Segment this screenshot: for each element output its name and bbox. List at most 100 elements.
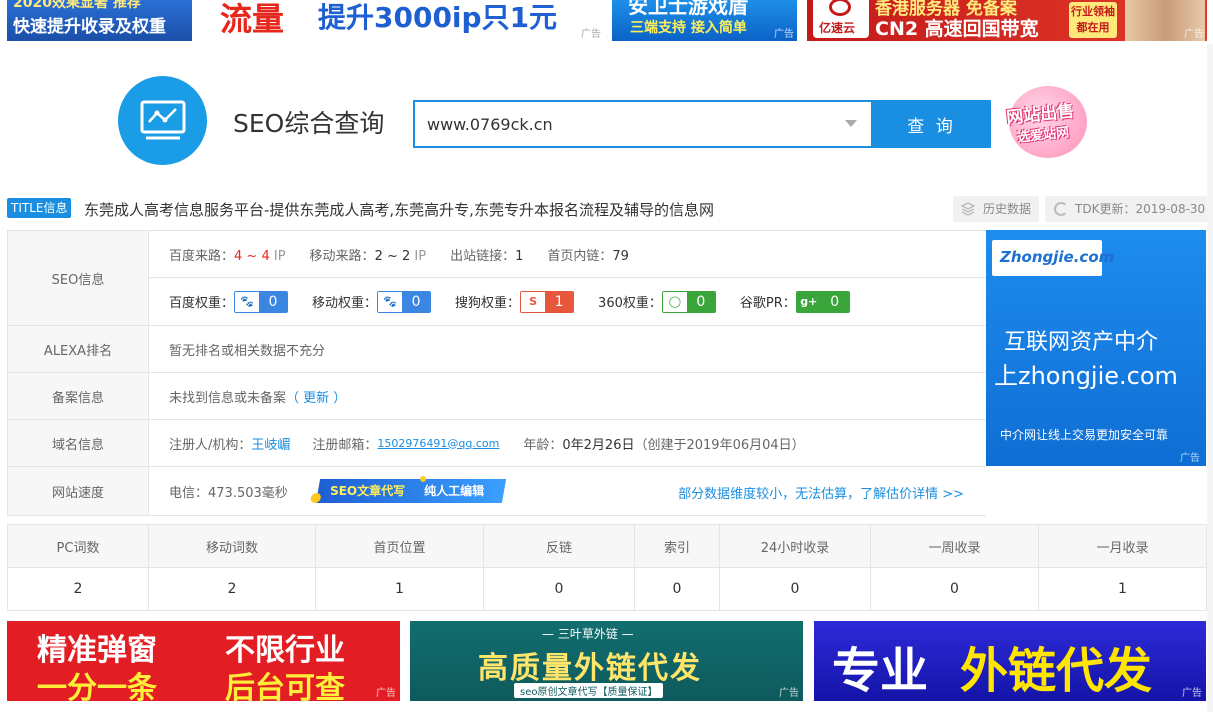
top-ad-strip: 2020效果显著 推荐 快速提升收录及权重 流量 提升3000ip只1元 广告 … <box>0 0 1213 44</box>
icp-update-link[interactable]: （ 更新 ） <box>286 387 346 406</box>
row-label: 网站速度 <box>8 467 149 515</box>
row-label: SEO信息 <box>8 231 149 325</box>
tdk-update-button[interactable]: TDK更新：2019-08-30 <box>1045 196 1207 222</box>
baidu-weight-badge[interactable]: 🐾 0 <box>234 290 289 313</box>
ad-tag: 广告 <box>779 688 799 699</box>
ad-text: 三端支持 接入简单 <box>630 20 747 36</box>
keyword-stats-table: PC词数 移动词数 首页位置 反链 索引 24小时收录 一周收录 一月收录 2 … <box>7 524 1207 611</box>
ad-badge: 行业领袖 都在用 <box>1069 2 1117 38</box>
mobile-words-value[interactable]: 2 <box>148 567 316 611</box>
mobile-weight-badge[interactable]: 🐾 0 <box>377 290 432 313</box>
seo-writing-ad[interactable]: SEO文章代写 纯人工编辑 <box>309 476 506 503</box>
col-24h-indexed: 24小时收录 <box>719 524 871 568</box>
top-ad-3[interactable]: 安卫士游戏盾 三端支持 接入简单 广告 <box>612 0 797 41</box>
ad-text: 上zhongjie.com <box>994 362 1178 390</box>
site-sale-badge[interactable]: 网站出售 选爱站网 <box>1003 84 1093 160</box>
ad-text: 2020效果显著 推荐 <box>13 0 141 11</box>
bottom-ad-popup[interactable]: 精准弹窗 不限行业 一分一条 后台可查 广告 <box>7 621 400 701</box>
title-badge: TITLE信息 <box>7 198 72 218</box>
chevron-down-icon[interactable] <box>845 120 857 127</box>
domain-created: （创建于2019年06月04日） <box>634 437 805 453</box>
ad-text: CN2 高速回国带宽 <box>875 18 1039 40</box>
baidu-source-value: 4 ~ 4 <box>234 248 270 264</box>
top-ad-1[interactable]: 2020效果显著 推荐 快速提升收录及权重 <box>7 0 192 41</box>
domain-age-value: 0年2月26日 <box>562 437 635 453</box>
index-value[interactable]: 0 <box>634 567 720 611</box>
vertical-scrollbar[interactable] <box>1207 44 1213 712</box>
col-index: 索引 <box>634 524 720 568</box>
alexa-row: ALEXA排名 暂无排名或相关数据不充分 <box>8 326 986 373</box>
seo-traffic-line: 百度来路：4 ~ 4 IP 移动来路：2 ~ 2 IP 出站链接：1 首页内链：… <box>149 231 986 278</box>
page-title: SEO综合查询 <box>233 109 385 138</box>
col-pc-words: PC词数 <box>7 524 149 568</box>
tdk-label: TDK更新：2019-08-30 <box>1075 202 1206 216</box>
ad-text: 高质量外链代发 <box>478 651 702 686</box>
360-icon: ◯ <box>662 291 687 312</box>
seo-weight-line: 百度权重： 🐾 0 移动权重： 🐾 0 搜狗权重： S1 360权重： ◯ 0 谷歌P… <box>149 278 986 325</box>
zhongjie-logo: Zhongjie.com <box>992 240 1114 276</box>
history-data-button[interactable]: 历史数据 <box>953 196 1039 222</box>
home-inlinks-value[interactable]: 79 <box>612 249 629 264</box>
ad-text: 流量 <box>220 0 285 38</box>
week-indexed-value[interactable]: 0 <box>870 567 1039 611</box>
seo-logo-icon <box>118 76 207 165</box>
bottom-ad-backlinks[interactable]: — 三叶草外链 — 高质量外链代发 seo原创文章代写【质量保证】 广告 <box>410 621 803 701</box>
domain-row: 域名信息 注册人/机构： 王岐嵋 注册邮箱： 1502976491@qq.com… <box>8 420 986 467</box>
baidu-paw-icon: 🐾 <box>235 291 260 312</box>
ad-tag: 广告 <box>1182 688 1202 699</box>
baidu-paw-icon: 🐾 <box>378 291 403 312</box>
row-label: ALEXA排名 <box>8 326 149 372</box>
ad-text: 中介网让线上交易更加安全可靠 <box>1000 428 1169 442</box>
registrant-link[interactable]: 王岐嵋 <box>251 434 290 453</box>
month-indexed-value[interactable]: 1 <box>1038 567 1207 611</box>
info-table: SEO信息 百度来路：4 ~ 4 IP 移动来路：2 ~ 2 IP 出站链接：1… <box>7 230 986 516</box>
col-week-indexed: 一周收录 <box>870 524 1039 568</box>
ad-tag: 广告 <box>1184 29 1204 40</box>
registrant-email-link[interactable]: 1502976491@qq.com <box>377 437 499 450</box>
ad-text: 一分一条 <box>37 671 157 701</box>
ad-text: seo原创文章代写【质量保证】 <box>514 683 664 698</box>
sogou-weight-badge[interactable]: S1 <box>520 290 575 313</box>
seo-info-row: SEO信息 百度来路：4 ~ 4 IP 移动来路：2 ~ 2 IP 出站链接：1… <box>8 231 986 326</box>
refresh-icon <box>1054 202 1068 216</box>
search-input[interactable] <box>415 102 835 146</box>
pc-words-value[interactable]: 2 <box>7 567 149 611</box>
ad-text: 快速提升收录及权重 <box>13 17 166 37</box>
search-box <box>413 100 873 148</box>
ad-tag: 广告 <box>1180 453 1200 464</box>
ad-text: 互联网资产中介 <box>1004 330 1159 355</box>
col-home-position: 首页位置 <box>315 524 484 568</box>
mobile-source-value: 2 ~ 2 <box>374 248 411 264</box>
ad-text: — 三叶草外链 — <box>542 627 634 641</box>
col-month-indexed: 一月收录 <box>1038 524 1207 568</box>
cloud-icon <box>829 0 851 16</box>
top-ad-4[interactable]: 亿速云 香港服务器 免备案 CN2 高速回国带宽 行业领袖 都在用 广告 <box>807 0 1207 41</box>
outlinks-value[interactable]: 1 <box>515 249 523 264</box>
google-pr-badge[interactable]: g+ 0 <box>795 290 850 313</box>
col-mobile-words: 移动词数 <box>148 524 316 568</box>
backlinks-value[interactable]: 0 <box>483 567 635 611</box>
360-weight-badge[interactable]: ◯ 0 <box>661 290 716 313</box>
ad-text: 提升3000ip只1元 <box>318 1 558 34</box>
ad-text: 专业 <box>832 643 929 699</box>
col-backlinks: 反链 <box>483 524 635 568</box>
site-title-text: 东莞成人高考信息服务平台-提供东莞成人高考,东莞高升专,东莞专升本报名流程及辅导… <box>84 201 714 219</box>
icp-row: 备案信息 未找到信息或未备案 （ 更新 ） <box>8 373 986 420</box>
ad-text: 后台可查 <box>225 671 345 701</box>
home-position-value[interactable]: 1 <box>315 567 484 611</box>
search-button[interactable]: 查 询 <box>872 100 991 148</box>
row-label: 域名信息 <box>8 420 149 466</box>
decor-dot <box>309 493 322 503</box>
yisuyun-logo: 亿速云 <box>813 0 869 38</box>
24h-indexed-value[interactable]: 0 <box>719 567 871 611</box>
ad-text: 外链代发 <box>960 643 1153 699</box>
valuation-detail-link[interactable]: 部分数据维度较小，无法估算，了解估价详情 >> <box>678 483 964 502</box>
ad-tag: 广告 <box>376 688 396 699</box>
google-plus-icon: g+ <box>796 291 821 312</box>
top-ad-2[interactable]: 流量 提升3000ip只1元 广告 <box>214 0 604 41</box>
bottom-ad-pro-backlinks[interactable]: 专业 外链代发 广告 <box>814 621 1206 701</box>
title-info-row: TITLE信息 东莞成人高考信息服务平台-提供东莞成人高考,东莞高升专,东莞专升… <box>7 196 1207 222</box>
zhongjie-side-ad[interactable]: Zhongjie.com 互联网资产中介 上zhongjie.com 中介网让线… <box>986 230 1206 466</box>
speed-row: 网站速度 电信：473.503毫秒 SEO文章代写 纯人工编辑 部分数据维度较小… <box>8 467 986 515</box>
alexa-value: 暂无排名或相关数据不充分 <box>169 343 326 359</box>
